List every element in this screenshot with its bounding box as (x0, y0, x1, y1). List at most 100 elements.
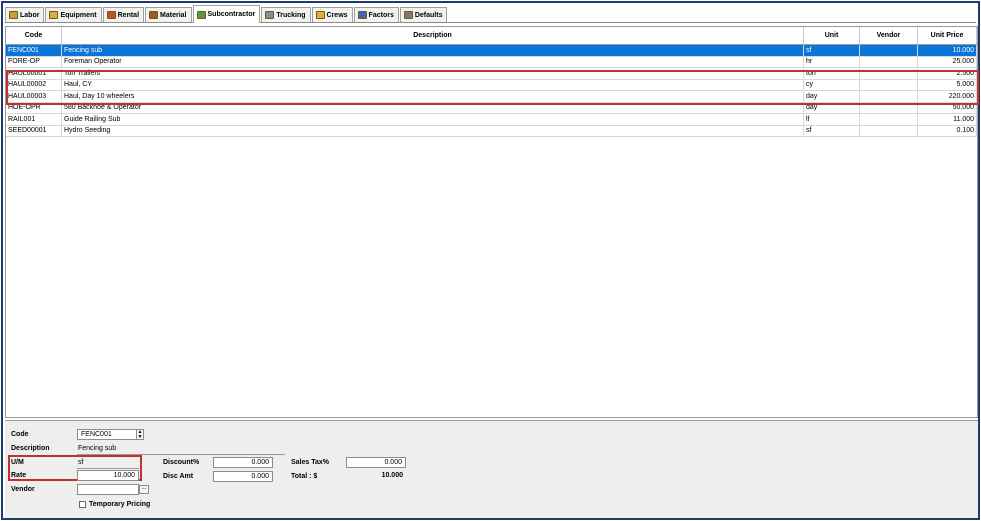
temporary-pricing-label: Temporary Pricing (89, 501, 151, 508)
defaults-icon (403, 11, 413, 19)
table-row[interactable]: FORE-OP Foreman Operator hr 25.000 (6, 56, 977, 68)
cell-code[interactable]: HAUL00001 (6, 68, 62, 79)
sales-tax-label: Sales Tax% (291, 459, 330, 466)
tab-label: Subcontractor (207, 11, 256, 18)
cell-unit[interactable]: day (804, 102, 860, 113)
vendor-field[interactable] (77, 484, 139, 495)
cell-unit-price[interactable]: 2.500 (918, 68, 977, 79)
cell-unit-price[interactable]: 25.000 (918, 56, 977, 67)
table-row[interactable]: SEED00001 Hydro Seeding sf 0.100 (6, 125, 977, 137)
cell-code[interactable]: HAUL00002 (6, 79, 62, 90)
material-icon (149, 11, 159, 19)
cell-unit-price[interactable]: 5.000 (918, 79, 977, 90)
tab-label: Labor (20, 11, 40, 19)
cell-unit-price[interactable]: 10.000 (918, 45, 977, 56)
column-header-unit[interactable]: Unit (804, 27, 860, 44)
rate-field[interactable]: 10.000 (77, 470, 139, 481)
cell-unit[interactable]: lf (804, 114, 860, 125)
tab-bar: Labor Equipment Rental Material Subcontracto… (5, 5, 976, 23)
cell-unit[interactable]: cy (804, 79, 860, 90)
grid-body: FENC001 Fencing sub sf 10.000 FORE-OP Foreman… (6, 45, 977, 137)
table-row[interactable]: HAUL00003 Haul, Day 10 wheelers day 220.000 (6, 91, 977, 103)
subcontractor-grid: Code Description Unit Vendor Unit Price … (5, 26, 979, 418)
tab-label: Equipment (60, 11, 97, 19)
sales-tax-field[interactable]: 0.000 (346, 457, 406, 468)
tab-factors[interactable]: Factors (353, 7, 399, 22)
cell-description[interactable]: Foreman Operator (62, 56, 804, 67)
tab-rental[interactable]: Rental (102, 7, 145, 22)
cell-description[interactable]: Ton Trailers (62, 68, 804, 79)
cell-code[interactable]: RAIL001 (6, 114, 62, 125)
um-field[interactable]: sf (78, 459, 83, 466)
table-row[interactable]: RAIL001 Guide Railing Sub lf 11.000 (6, 114, 977, 126)
cell-vendor[interactable] (860, 68, 918, 79)
cell-unit[interactable]: day (804, 91, 860, 102)
cell-unit-price[interactable]: 11.000 (918, 114, 977, 125)
description-field[interactable]: Fencing sub (78, 445, 116, 452)
app-window: Labor Equipment Rental Material Subcontracto… (1, 1, 980, 520)
cell-unit-price[interactable]: 220.000 (918, 91, 977, 102)
cell-vendor[interactable] (860, 125, 918, 136)
tab-defaults[interactable]: Defaults (399, 7, 448, 22)
rate-label: Rate (11, 472, 27, 479)
cell-vendor[interactable] (860, 91, 918, 102)
tab-label: Rental (117, 11, 140, 19)
column-header-code[interactable]: Code (6, 27, 62, 44)
cell-description[interactable]: Guide Railing Sub (62, 114, 804, 125)
column-header-unit-price[interactable]: Unit Price (918, 27, 977, 44)
discount-field[interactable]: 0.000 (213, 457, 273, 468)
um-underline (77, 468, 139, 469)
tab-crews[interactable]: Crews (311, 7, 353, 22)
tab-equipment[interactable]: Equipment (45, 7, 102, 22)
total-value: 10.000 (381, 472, 403, 479)
discount-label: Discount% (163, 459, 200, 466)
cell-unit[interactable]: sf (804, 45, 860, 56)
column-header-description[interactable]: Description (62, 27, 804, 44)
cell-vendor[interactable] (860, 102, 918, 113)
cell-code[interactable]: FORE-OP (6, 56, 62, 67)
cell-code[interactable]: HOE-OPR (6, 102, 62, 113)
tab-labor[interactable]: Labor (5, 7, 45, 22)
factors-icon (357, 11, 367, 19)
cell-code[interactable]: HAUL00003 (6, 91, 62, 102)
cell-vendor[interactable] (860, 114, 918, 125)
cell-description[interactable]: Haul, CY (62, 79, 804, 90)
table-row[interactable]: FENC001 Fencing sub sf 10.000 (6, 45, 977, 57)
subcontractor-icon (196, 10, 206, 19)
code-label: Code (11, 431, 29, 438)
tab-material[interactable]: Material (145, 7, 192, 22)
vendor-lookup-button[interactable]: ... (139, 485, 149, 494)
column-header-vendor[interactable]: Vendor (860, 27, 918, 44)
cell-vendor[interactable] (860, 79, 918, 90)
temporary-pricing-checkbox[interactable] (79, 501, 86, 508)
cell-description[interactable]: 580 Backhoe & Operator (62, 102, 804, 113)
tab-trucking[interactable]: Trucking (261, 7, 311, 22)
table-row[interactable]: HAUL00002 Haul, CY cy 5.000 (6, 79, 977, 91)
tab-subcontractor[interactable]: Subcontractor (192, 5, 261, 23)
labor-icon (9, 11, 18, 19)
cell-vendor[interactable] (860, 45, 918, 56)
cell-code[interactable]: SEED00001 (6, 125, 62, 136)
cell-vendor[interactable] (860, 56, 918, 67)
cell-unit-price[interactable]: 0.100 (918, 125, 977, 136)
total-label: Total : $ (291, 473, 318, 480)
disc-amt-field[interactable]: 0.000 (213, 471, 273, 482)
cell-unit[interactable]: ton (804, 68, 860, 79)
code-spinner[interactable]: ▲ ▼ (136, 429, 144, 440)
code-field[interactable]: FENC001 (77, 429, 137, 440)
vendor-label: Vendor (11, 486, 35, 493)
table-row[interactable]: HOE-OPR 580 Backhoe & Operator day 50.000 (6, 102, 977, 114)
cell-code[interactable]: FENC001 (6, 45, 62, 56)
cell-unit[interactable]: hr (804, 56, 860, 67)
cell-unit-price[interactable]: 50.000 (918, 102, 977, 113)
tab-label: Material (160, 11, 187, 19)
detail-form: Code FENC001 ▲ ▼ Description Fencing sub … (5, 420, 978, 518)
cell-description[interactable]: Fencing sub (62, 45, 804, 56)
um-label: U/M (11, 459, 24, 466)
table-row[interactable]: HAUL00001 Ton Trailers ton 2.500 (6, 68, 977, 80)
trucking-icon (265, 11, 275, 19)
cell-description[interactable]: Haul, Day 10 wheelers (62, 91, 804, 102)
cell-unit[interactable]: sf (804, 125, 860, 136)
equipment-icon (49, 11, 59, 19)
cell-description[interactable]: Hydro Seeding (62, 125, 804, 136)
